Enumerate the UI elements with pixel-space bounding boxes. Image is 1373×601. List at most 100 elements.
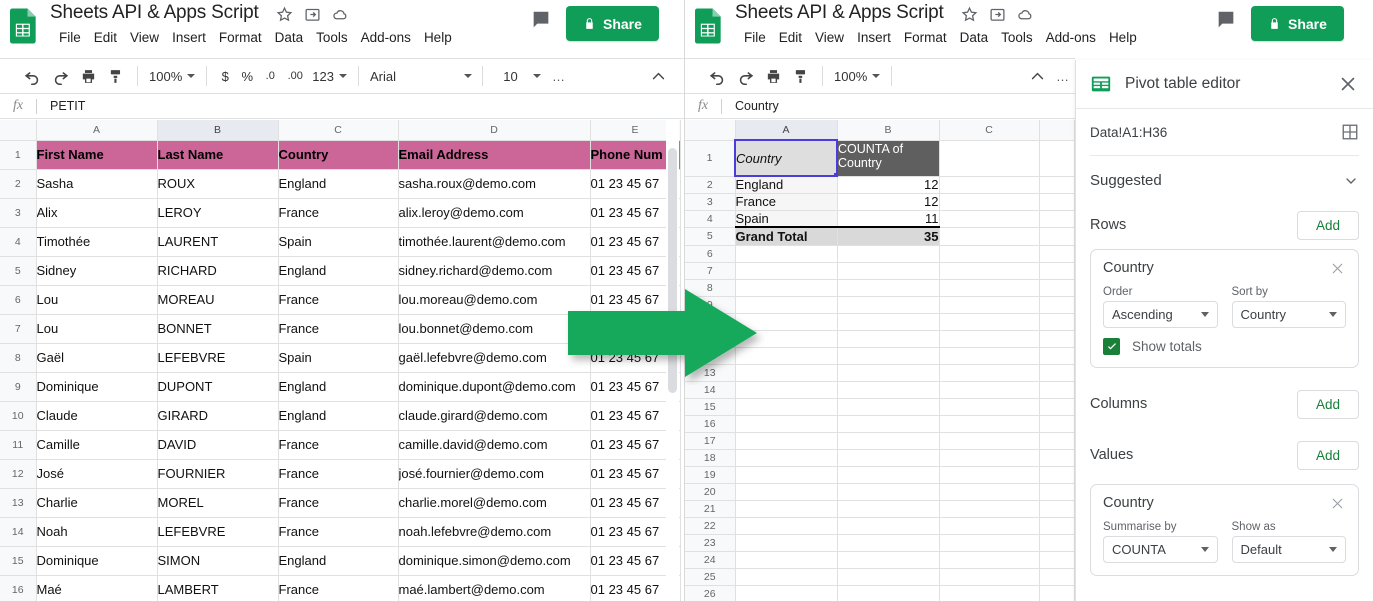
font-selector[interactable]: Arial — [366, 63, 476, 89]
cell-c7[interactable]: France — [277, 313, 399, 344]
pivot-cell-a4[interactable]: Spain — [734, 209, 838, 228]
row-header-15[interactable]: 15 — [685, 397, 736, 416]
cloud-saved-icon[interactable] — [332, 6, 349, 23]
row-header-6[interactable]: 6 — [0, 284, 37, 315]
cell-a8[interactable]: Gaël — [35, 342, 158, 373]
row-header-8[interactable]: 8 — [0, 342, 37, 373]
row-header-3[interactable]: 3 — [685, 192, 736, 211]
cell-c1[interactable] — [938, 139, 1040, 177]
star-icon[interactable] — [276, 6, 293, 23]
menu-help[interactable]: Help — [424, 30, 452, 45]
pivot-cell-a14[interactable] — [734, 380, 838, 399]
cell-d5[interactable]: sidney.richard@demo.com — [397, 255, 591, 286]
cell-a2[interactable]: Sasha — [35, 168, 158, 199]
row-header-11[interactable]: 11 — [685, 329, 736, 348]
summarise-by-select[interactable]: COUNTA — [1103, 536, 1218, 563]
pivot-cell-c9[interactable] — [938, 295, 1040, 314]
pivot-cell-partial21[interactable] — [1038, 499, 1075, 518]
pivot-cell-c7[interactable] — [938, 261, 1040, 280]
pivot-cell-c21[interactable] — [938, 499, 1040, 518]
row-header-3[interactable]: 3 — [0, 197, 37, 228]
pivot-cell-partial17[interactable] — [1038, 431, 1075, 450]
close-icon[interactable] — [1329, 495, 1346, 512]
cell-b14[interactable]: LEFEBVRE — [156, 516, 279, 547]
menu-tools[interactable]: Tools — [1001, 30, 1033, 45]
order-select[interactable]: Ascending — [1103, 301, 1218, 328]
pivot-cell-partial25[interactable] — [1038, 567, 1075, 586]
cell-c13[interactable]: France — [277, 487, 399, 518]
pivot-cell-c24[interactable] — [938, 550, 1040, 569]
pivot-cell-c8[interactable] — [938, 278, 1040, 297]
pivot-cell-b24[interactable] — [836, 550, 940, 569]
pivot-cell-partial14[interactable] — [1038, 380, 1075, 399]
menu-data[interactable]: Data — [960, 30, 989, 45]
collapse-toolbar-icon[interactable] — [644, 62, 672, 90]
pivot-cell-a13[interactable] — [734, 363, 838, 382]
row-header-11[interactable]: 11 — [0, 429, 37, 460]
pivot-cell-b13[interactable] — [836, 363, 940, 382]
pivot-cell-b12[interactable] — [836, 346, 940, 365]
row-header-24[interactable]: 24 — [685, 550, 736, 569]
cell-d3[interactable]: alix.leroy@demo.com — [397, 197, 591, 228]
row-header-22[interactable]: 22 — [685, 516, 736, 535]
column-header-partial[interactable] — [1038, 120, 1075, 141]
cell-d11[interactable]: camille.david@demo.com — [397, 429, 591, 460]
cell-c6[interactable]: France — [277, 284, 399, 315]
column-header-b[interactable]: B — [156, 120, 279, 141]
pivot-row-label-cell[interactable]: Country — [734, 139, 838, 177]
pivot-cell-c3[interactable] — [938, 192, 1040, 211]
increase-decimal-button[interactable]: .00 — [282, 63, 308, 89]
column-header-d[interactable]: D — [397, 120, 591, 141]
redo-icon[interactable] — [731, 62, 759, 90]
close-icon[interactable] — [1337, 73, 1359, 95]
pivot-cell-b20[interactable] — [836, 482, 940, 501]
cell-b11[interactable]: DAVID — [156, 429, 279, 460]
pivot-cell-c16[interactable] — [938, 414, 1040, 433]
pivot-cell-b23[interactable] — [836, 533, 940, 552]
pivot-cell-partial3[interactable] — [1038, 192, 1075, 211]
cell-a9[interactable]: Dominique — [35, 371, 158, 402]
row-header-1[interactable]: 1 — [685, 139, 736, 177]
pivot-cell-b16[interactable] — [836, 414, 940, 433]
add-column-button[interactable]: Add — [1296, 389, 1359, 419]
paint-format-icon[interactable] — [102, 62, 130, 90]
cell-b7[interactable]: BONNET — [156, 313, 279, 344]
menu-view[interactable]: View — [815, 30, 844, 45]
cell-b9[interactable]: DUPONT — [156, 371, 279, 402]
row-header-16[interactable]: 16 — [685, 414, 736, 433]
cell-b16[interactable]: LAMBERT — [156, 574, 279, 601]
currency-format-button[interactable]: $ — [214, 63, 236, 89]
pivot-cell-c22[interactable] — [938, 516, 1040, 535]
cell-d14[interactable]: noah.lefebvre@demo.com — [397, 516, 591, 547]
row-header-23[interactable]: 23 — [685, 533, 736, 552]
pivot-cell-a18[interactable] — [734, 448, 838, 467]
menu-addons[interactable]: Add-ons — [1046, 30, 1096, 45]
comments-icon[interactable] — [530, 9, 552, 31]
menu-addons[interactable]: Add-ons — [361, 30, 411, 45]
column-header-c[interactable]: C — [277, 120, 399, 141]
cell-b3[interactable]: LEROY — [156, 197, 279, 228]
pivot-cell-partial16[interactable] — [1038, 414, 1075, 433]
column-header-a[interactable]: A — [35, 120, 158, 141]
show-totals-checkbox[interactable] — [1103, 338, 1120, 355]
pivot-cell-b9[interactable] — [836, 295, 940, 314]
pivot-cell-a22[interactable] — [734, 516, 838, 535]
cell-c8[interactable]: Spain — [277, 342, 399, 373]
menu-file[interactable]: File — [59, 30, 81, 45]
pivot-cell-a5[interactable]: Grand Total — [734, 226, 838, 246]
pivot-cell-c26[interactable] — [938, 584, 1040, 601]
select-range-icon[interactable] — [1341, 123, 1359, 141]
cell-a3[interactable]: Alix — [35, 197, 158, 228]
pivot-cell-b6[interactable] — [836, 244, 940, 263]
cell-c10[interactable]: England — [277, 400, 399, 431]
pivot-cell-partial7[interactable] — [1038, 261, 1075, 280]
print-icon[interactable] — [759, 62, 787, 90]
row-header-19[interactable]: 19 — [685, 465, 736, 484]
select-all-corner[interactable] — [0, 120, 37, 141]
pivot-cell-a19[interactable] — [734, 465, 838, 484]
more-options-button[interactable]: … — [1051, 63, 1075, 89]
pivot-cell-a2[interactable]: England — [734, 175, 838, 194]
row-header-14[interactable]: 14 — [685, 380, 736, 399]
row-header-14[interactable]: 14 — [0, 516, 37, 547]
show-as-select[interactable]: Default — [1231, 536, 1346, 563]
